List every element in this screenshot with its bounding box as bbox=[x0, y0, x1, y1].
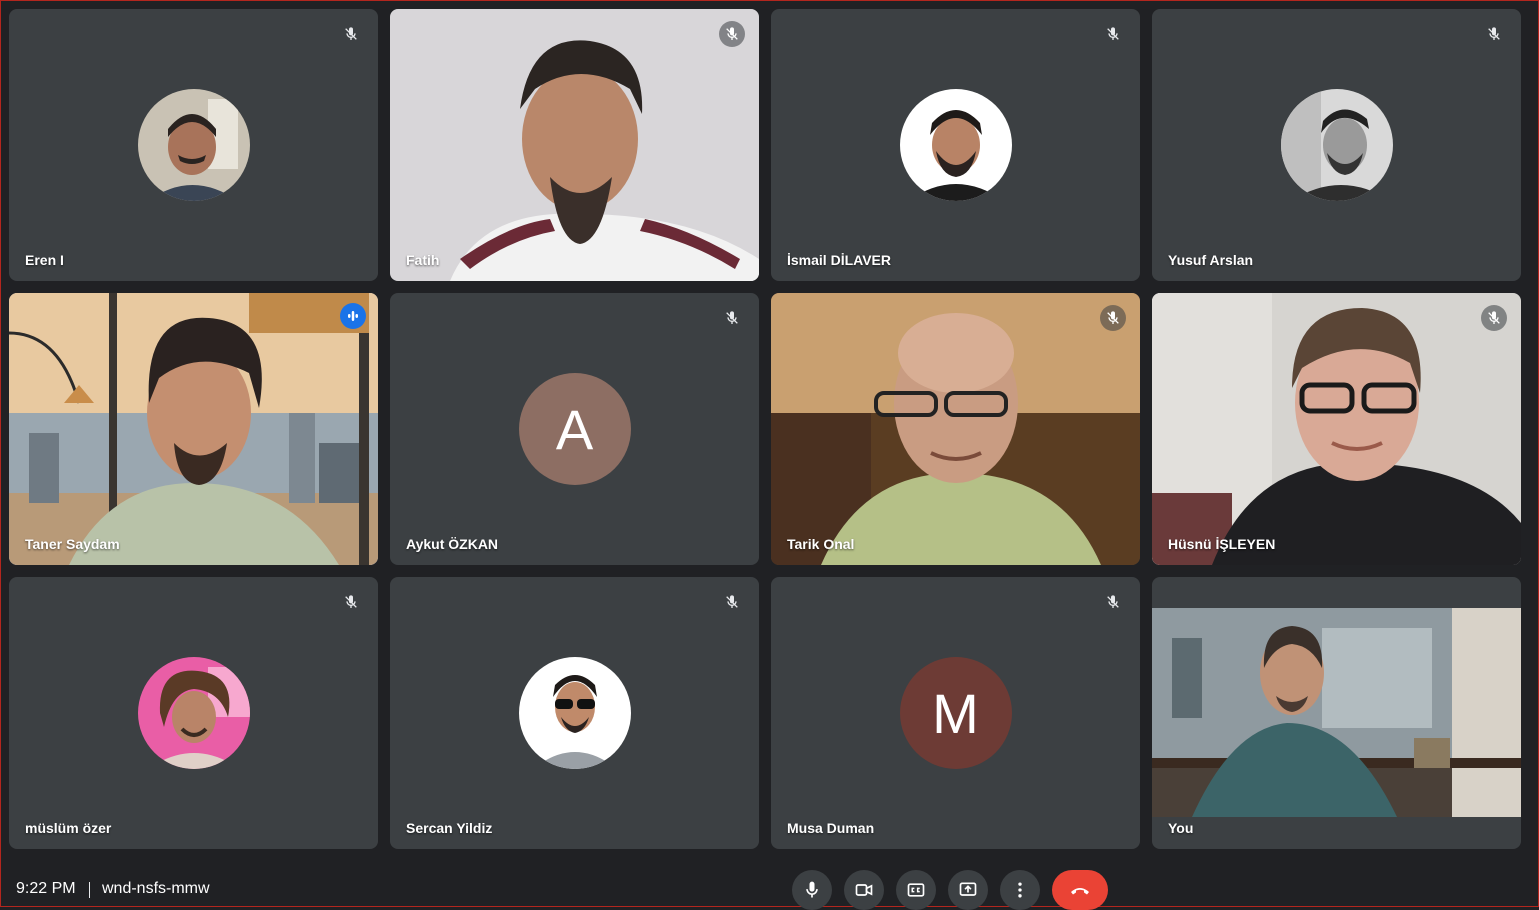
closed-caption-icon bbox=[907, 883, 925, 897]
participant-name: İsmail DİLAVER bbox=[787, 252, 891, 268]
participant-grid: Eren I Fatih İsmail DİLAVER Yusuf Arslan bbox=[9, 9, 1521, 849]
letter-avatar: A bbox=[518, 373, 631, 485]
participant-tile[interactable]: Yusuf Arslan bbox=[1152, 9, 1521, 281]
leave-call-button[interactable] bbox=[1052, 870, 1108, 910]
participant-name: You bbox=[1168, 820, 1194, 836]
more-vert-icon bbox=[1018, 882, 1022, 898]
participant-name: Tarik Onal bbox=[787, 536, 855, 552]
mic-off-icon bbox=[719, 589, 745, 615]
participant-name: müslüm özer bbox=[25, 820, 112, 836]
participant-tile[interactable]: Eren I bbox=[9, 9, 378, 281]
avatar bbox=[518, 657, 631, 769]
participant-video bbox=[1152, 293, 1521, 565]
participant-video bbox=[771, 293, 1140, 565]
meeting-code[interactable]: wnd-nsfs-mmw bbox=[102, 880, 210, 898]
participant-tile[interactable]: Tarik Onal bbox=[771, 293, 1140, 565]
mic-off-icon bbox=[719, 305, 745, 331]
captions-button[interactable] bbox=[896, 870, 936, 910]
avatar bbox=[899, 89, 1012, 201]
mic-off-icon bbox=[1100, 21, 1126, 47]
present-button[interactable] bbox=[948, 870, 988, 910]
participant-name: Taner Saydam bbox=[25, 536, 120, 552]
participant-tile[interactable]: İsmail DİLAVER bbox=[771, 9, 1140, 281]
self-video bbox=[1152, 608, 1521, 817]
participant-tile[interactable]: A Aykut ÖZKAN bbox=[390, 293, 759, 565]
divider bbox=[89, 882, 90, 898]
participant-tile-self[interactable]: You bbox=[1152, 577, 1521, 849]
microphone-button[interactable] bbox=[792, 870, 832, 910]
videocam-icon bbox=[855, 884, 873, 896]
mic-off-icon bbox=[1100, 305, 1126, 331]
participant-name: Eren I bbox=[25, 252, 64, 268]
mic-off-icon bbox=[338, 589, 364, 615]
call-end-icon bbox=[1071, 888, 1089, 895]
call-controls bbox=[792, 870, 1108, 910]
speaking-indicator-icon bbox=[340, 303, 366, 329]
participant-tile[interactable]: Hüsnü İŞLEYEN bbox=[1152, 293, 1521, 565]
avatar bbox=[137, 657, 250, 769]
bottom-toolbar: 9:22 PM wnd-nsfs-mmw bbox=[0, 862, 1539, 910]
participant-name: Aykut ÖZKAN bbox=[406, 536, 499, 552]
participant-video bbox=[390, 9, 759, 281]
more-options-button[interactable] bbox=[1000, 870, 1040, 910]
present-screen-icon bbox=[959, 882, 977, 896]
avatar bbox=[137, 89, 250, 201]
participant-tile[interactable]: Fatih bbox=[390, 9, 759, 281]
participant-tile-active-speaker[interactable]: Taner Saydam bbox=[9, 293, 378, 565]
participant-tile[interactable]: M Musa Duman bbox=[771, 577, 1140, 849]
mic-off-icon bbox=[1481, 305, 1507, 331]
participant-video bbox=[9, 293, 378, 565]
mic-off-icon bbox=[338, 21, 364, 47]
participant-tile[interactable]: Sercan Yildiz bbox=[390, 577, 759, 849]
camera-button[interactable] bbox=[844, 870, 884, 910]
avatar bbox=[1280, 89, 1393, 201]
letter-avatar: M bbox=[899, 657, 1012, 769]
mic-icon bbox=[806, 881, 818, 898]
meeting-time: 9:22 PM bbox=[16, 880, 76, 897]
participant-name: Musa Duman bbox=[787, 820, 875, 836]
participant-name: Fatih bbox=[406, 252, 440, 268]
participant-name: Hüsnü İŞLEYEN bbox=[1168, 536, 1276, 552]
mic-off-icon bbox=[719, 21, 745, 47]
participant-name: Yusuf Arslan bbox=[1168, 252, 1254, 268]
participant-name: Sercan Yildiz bbox=[406, 820, 493, 836]
mic-off-icon bbox=[1100, 589, 1126, 615]
mic-off-icon bbox=[1481, 21, 1507, 47]
participant-tile[interactable]: müslüm özer bbox=[9, 577, 378, 849]
